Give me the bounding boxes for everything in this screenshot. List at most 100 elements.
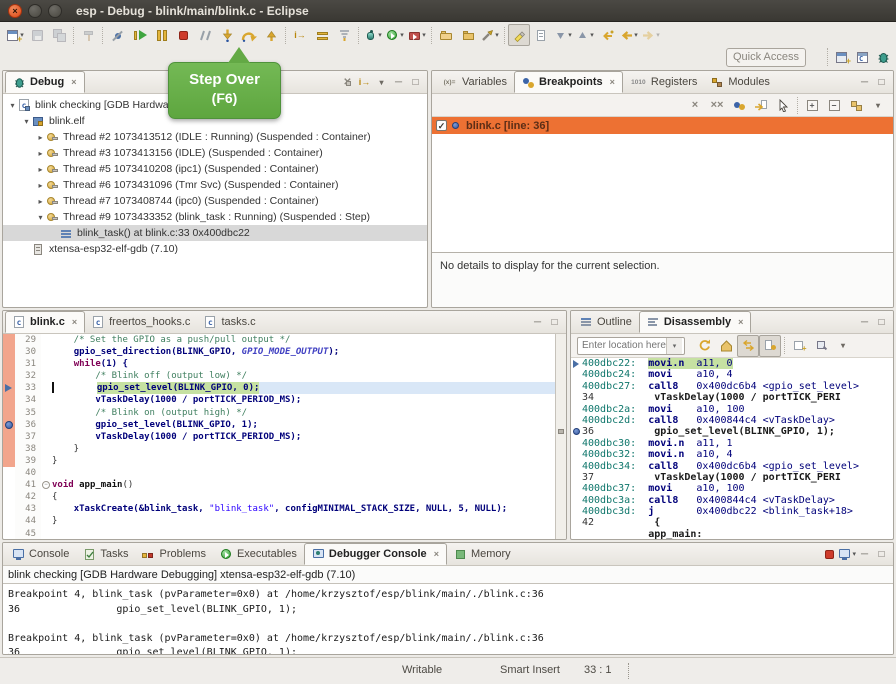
remove-all-button[interactable]: ×× <box>706 94 728 116</box>
annotation-ruler[interactable] <box>3 515 15 527</box>
code-line[interactable]: 36 gpio_set_level(BLINK_GPIO, 1); <box>3 419 555 431</box>
line-number[interactable]: 44 <box>15 515 41 527</box>
minimize-button[interactable]: ─ <box>390 73 407 91</box>
prev-annotation-button[interactable]: ▾ <box>574 24 596 46</box>
disasm-ruler[interactable] <box>571 392 582 403</box>
code-line[interactable]: 42{ <box>3 491 555 503</box>
maximize-button[interactable]: □ <box>546 313 563 331</box>
tree-twisty-icon[interactable]: ▾ <box>7 101 18 110</box>
dropdown-arrow-icon[interactable]: ▾ <box>378 31 382 39</box>
show-source-button[interactable] <box>759 335 781 357</box>
disasm-ruler[interactable] <box>571 415 582 426</box>
refresh-button[interactable] <box>693 335 715 357</box>
collapse-all-button[interactable]: − <box>823 94 845 116</box>
location-combo[interactable]: ▾ <box>577 337 685 355</box>
annotation-button[interactable] <box>530 24 552 46</box>
line-number[interactable]: 39 <box>15 455 41 467</box>
disasm-ruler[interactable] <box>571 404 582 415</box>
line-number[interactable]: 35 <box>15 407 41 419</box>
tree-twisty-icon[interactable]: ▸ <box>35 165 46 174</box>
code-line[interactable]: 44} <box>3 515 555 527</box>
tab-breakpoints[interactable]: Breakpoints× <box>514 71 623 93</box>
drop-to-frame-button[interactable] <box>311 24 333 46</box>
breakpoint-row[interactable]: ✓blink.c [line: 36] <box>432 117 893 134</box>
breakpoint-marker-icon[interactable] <box>5 421 13 429</box>
debug-tree-row[interactable]: blink_task() at blink.c:33 0x400dbc22 <box>3 225 427 241</box>
remove-terminated-button[interactable]: ✕ <box>339 73 356 91</box>
line-number[interactable]: 43 <box>15 503 41 515</box>
debug-tree-row[interactable]: xtensa-esp32-elf-gdb (7.10) <box>3 241 427 257</box>
annotation-ruler[interactable] <box>3 479 15 491</box>
tree-twisty-icon[interactable]: ▾ <box>21 117 32 126</box>
annotation-ruler[interactable] <box>3 346 15 358</box>
disassembly-line[interactable]: 400dbc30: movi.n a11, 1 <box>571 438 893 449</box>
folder-button[interactable] <box>457 24 479 46</box>
tab-modules[interactable]: Modules <box>704 71 777 93</box>
code-line[interactable]: 37 vTaskDelay(1000 / portTICK_PERIOD_MS)… <box>3 431 555 443</box>
expand-all-button[interactable]: + <box>801 94 823 116</box>
annotation-ruler[interactable] <box>3 370 15 382</box>
debug-tree-row[interactable]: ▸Thread #3 1073413156 (IDLE) (Suspended … <box>3 145 427 161</box>
line-number[interactable]: 33 <box>15 382 41 394</box>
annotation-ruler[interactable] <box>3 407 15 419</box>
line-number[interactable]: 29 <box>15 334 41 346</box>
annotation-ruler[interactable] <box>3 443 15 455</box>
disassembly-line[interactable]: 400dbc27: call8 0x400dc6b4 <gpio_set_lev… <box>571 381 893 392</box>
dropdown-arrow-icon[interactable]: ▾ <box>634 31 638 39</box>
code-line[interactable]: 35 /* Blink on (output high) */ <box>3 407 555 419</box>
close-tab-icon[interactable]: × <box>610 77 615 87</box>
overview-ruler[interactable] <box>555 334 566 539</box>
tree-twisty-icon[interactable]: ▾ <box>35 213 46 222</box>
tree-twisty-icon[interactable]: ▸ <box>35 149 46 158</box>
save-all-button[interactable] <box>48 24 70 46</box>
line-number[interactable]: 42 <box>15 491 41 503</box>
line-number[interactable]: 32 <box>15 370 41 382</box>
console-output[interactable]: Breakpoint 4, blink_task (pvParameter=0x… <box>3 583 893 654</box>
tab-freertos-hooks-c[interactable]: cfreertos_hooks.c <box>85 311 197 333</box>
resume-button[interactable] <box>128 24 150 46</box>
dropdown-arrow-icon[interactable]: ▾ <box>590 31 594 39</box>
disassembly-line[interactable]: 400dbc2d: call8 0x400844c4 <vTaskDelay> <box>571 415 893 426</box>
dropdown-arrow-icon[interactable]: ▾ <box>568 31 572 39</box>
close-tab-icon[interactable]: × <box>738 317 743 327</box>
disassembly-line[interactable]: 400dbc37: movi a10, 100 <box>571 483 893 494</box>
display-console-button[interactable]: ▾ <box>838 545 856 563</box>
code-line[interactable]: 39} <box>3 455 555 467</box>
dropdown-arrow-icon[interactable]: ▾ <box>422 31 426 39</box>
debug-dropdown-button[interactable]: ▾ <box>362 24 384 46</box>
open-perspective-button[interactable]: + <box>833 48 850 66</box>
step-return-button[interactable] <box>260 24 282 46</box>
window-close-icon[interactable]: × <box>8 4 22 18</box>
forward-button[interactable]: ▾ <box>640 24 662 46</box>
disconnect-button[interactable] <box>194 24 216 46</box>
disasm-ruler[interactable] <box>571 449 582 460</box>
debug-tree-row[interactable]: ▸Thread #7 1073408744 (ipc0) (Suspended … <box>3 193 427 209</box>
debug-perspective-button[interactable] <box>875 48 892 66</box>
annotation-ruler[interactable] <box>3 334 15 346</box>
back-button[interactable]: ▾ <box>618 24 640 46</box>
disasm-ruler[interactable] <box>571 369 582 380</box>
save-button[interactable] <box>26 24 48 46</box>
line-number[interactable]: 45 <box>15 528 41 540</box>
tab-console[interactable]: Console <box>5 543 76 565</box>
tab-memory[interactable]: Memory <box>447 543 518 565</box>
combo-dropdown-icon[interactable]: ▾ <box>666 338 682 354</box>
tab-tasks[interactable]: Tasks <box>76 543 135 565</box>
close-tab-icon[interactable]: × <box>434 549 439 559</box>
skip-all-button[interactable] <box>772 94 794 116</box>
disasm-ruler[interactable] <box>571 461 582 472</box>
show-supported-button[interactable] <box>728 94 750 116</box>
line-number[interactable]: 30 <box>15 346 41 358</box>
tab-disassembly[interactable]: Disassembly× <box>639 311 752 333</box>
dropdown-arrow-icon[interactable]: ▾ <box>400 31 404 39</box>
disassembly-line[interactable]: 400dbc3d: j 0x400dbc22 <blink_task+18> <box>571 506 893 517</box>
code-line[interactable]: 41−void app_main() <box>3 479 555 491</box>
maximize-button[interactable]: □ <box>873 73 890 91</box>
overview-marker[interactable] <box>558 429 564 434</box>
search-button[interactable]: ▾ <box>479 24 501 46</box>
disasm-ruler[interactable] <box>571 495 582 506</box>
suspend-button[interactable] <box>150 24 172 46</box>
disasm-ruler[interactable] <box>571 426 582 437</box>
instruction-stepping-button[interactable]: i→ <box>356 73 373 91</box>
tab-tasks-c[interactable]: ctasks.c <box>197 311 262 333</box>
